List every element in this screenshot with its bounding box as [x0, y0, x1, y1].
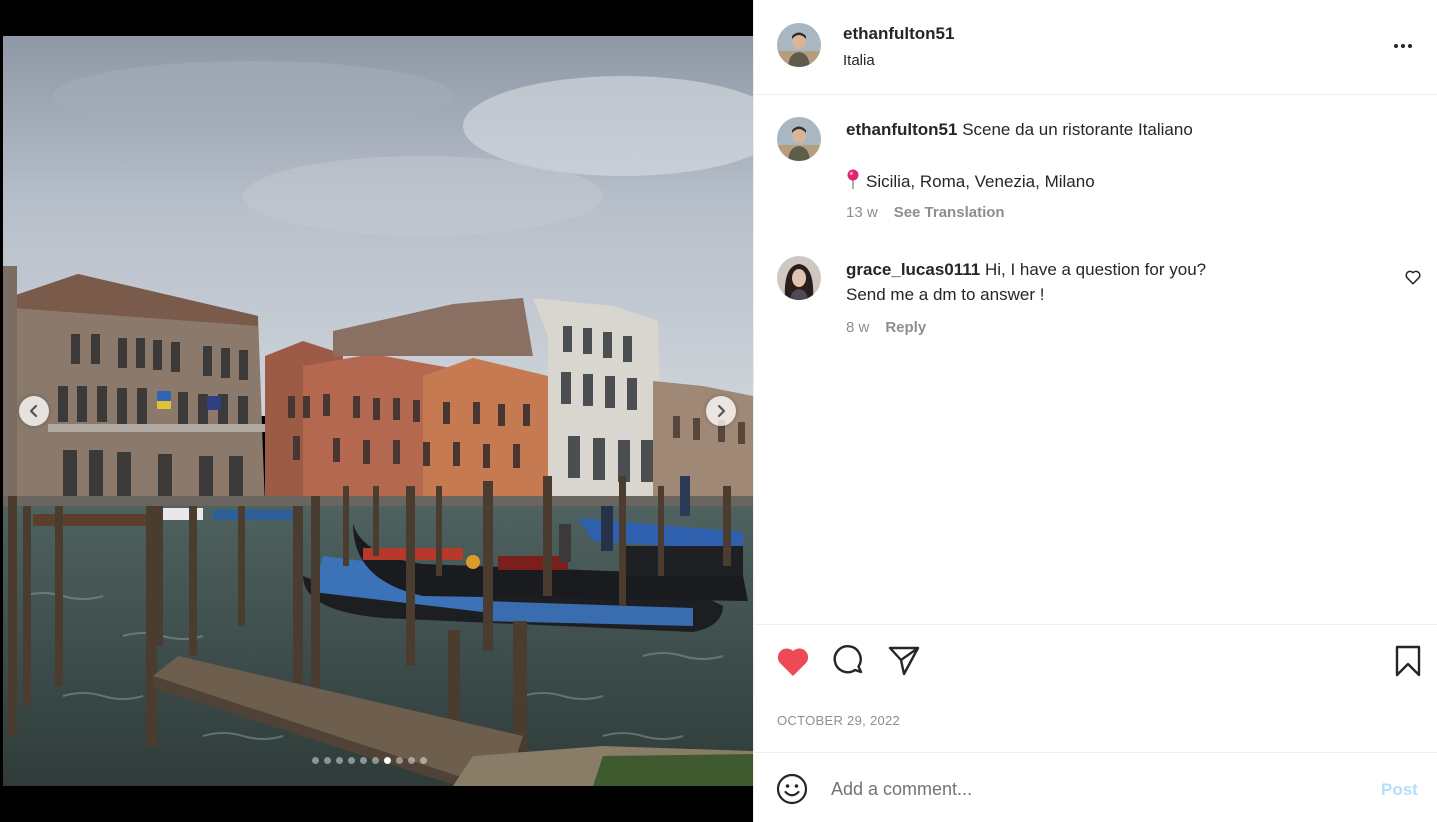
more-dot-icon — [1394, 44, 1398, 48]
carousel-dot — [324, 757, 331, 764]
post-date: OCTOBER 29, 2022 — [777, 713, 901, 728]
caption-age: 13 w — [846, 204, 878, 221]
comment-line: grace_lucas0111 Hi, I have a question fo… — [846, 258, 1206, 282]
comment-meta: 8 w Reply — [846, 319, 926, 336]
add-comment-bar: Post — [754, 752, 1437, 822]
post-details-panel: ethanfulton51 Italia ethanfulton51 Scene… — [753, 0, 1437, 822]
previous-photo-button[interactable] — [19, 396, 49, 426]
carousel-dot — [408, 757, 415, 764]
carousel-dot — [360, 757, 367, 764]
carousel-dot — [312, 757, 319, 764]
media-pane — [0, 0, 753, 822]
carousel-dot — [336, 757, 343, 764]
see-translation-link[interactable]: See Translation — [894, 204, 1005, 221]
author-avatar[interactable] — [777, 23, 821, 67]
caption-places: Sicilia, Roma, Venezia, Milano — [866, 172, 1095, 191]
avatar-image — [777, 23, 821, 67]
carousel-dot — [420, 757, 427, 764]
comment-age: 8 w — [846, 319, 870, 336]
comment-bubble-icon[interactable] — [831, 643, 867, 679]
caption-places-line: Sicilia, Roma, Venezia, Milano — [846, 169, 1095, 194]
more-options-button[interactable] — [1390, 36, 1416, 56]
post-header: ethanfulton51 Italia — [754, 0, 1437, 95]
author-username[interactable]: ethanfulton51 — [843, 24, 954, 44]
more-dot-icon — [1401, 44, 1405, 48]
carousel-dot — [348, 757, 355, 764]
chevron-right-icon — [717, 404, 726, 418]
post-photo[interactable] — [3, 36, 753, 786]
heart-icon[interactable] — [775, 643, 811, 679]
comment-line-continued: Send me a dm to answer ! — [846, 285, 1045, 304]
post-comment-button[interactable]: Post — [1381, 780, 1418, 800]
comment-text: Hi, I have a question for you? — [984, 260, 1207, 279]
caption-meta: 13 w See Translation — [846, 204, 1005, 221]
bookmark-icon[interactable] — [1390, 643, 1426, 679]
round-pushpin-icon — [847, 169, 859, 189]
avatar-image — [777, 117, 821, 161]
caption-username[interactable]: ethanfulton51 — [846, 120, 957, 139]
more-dot-icon — [1408, 44, 1412, 48]
post-view: ethanfulton51 Italia ethanfulton51 Scene… — [0, 0, 1437, 822]
like-comment-heart-icon[interactable] — [1404, 268, 1422, 286]
comment-input[interactable] — [831, 775, 1351, 803]
reply-link[interactable]: Reply — [885, 319, 926, 336]
carousel-dot — [372, 757, 379, 764]
comments-list: ethanfulton51 Scene da un ristorante Ita… — [754, 96, 1437, 624]
caption-line: ethanfulton51 Scene da un ristorante Ita… — [846, 118, 1193, 142]
carousel-dot — [396, 757, 403, 764]
post-location[interactable]: Italia — [843, 52, 875, 69]
avatar-image — [777, 256, 821, 300]
next-photo-button[interactable] — [706, 396, 736, 426]
chevron-left-icon — [29, 404, 38, 418]
commenter-avatar[interactable] — [777, 256, 821, 300]
caption-text: Scene da un ristorante Italiano — [962, 120, 1193, 139]
paper-plane-share-icon[interactable] — [886, 643, 922, 679]
venice-canal-photo — [3, 36, 753, 786]
carousel-dot — [384, 757, 391, 764]
action-bar: OCTOBER 29, 2022 — [754, 624, 1437, 752]
carousel-indicator — [312, 757, 427, 764]
caption-author-avatar[interactable] — [777, 117, 821, 161]
emoji-icon[interactable] — [776, 773, 808, 805]
comment-username[interactable]: grace_lucas0111 — [846, 260, 980, 279]
